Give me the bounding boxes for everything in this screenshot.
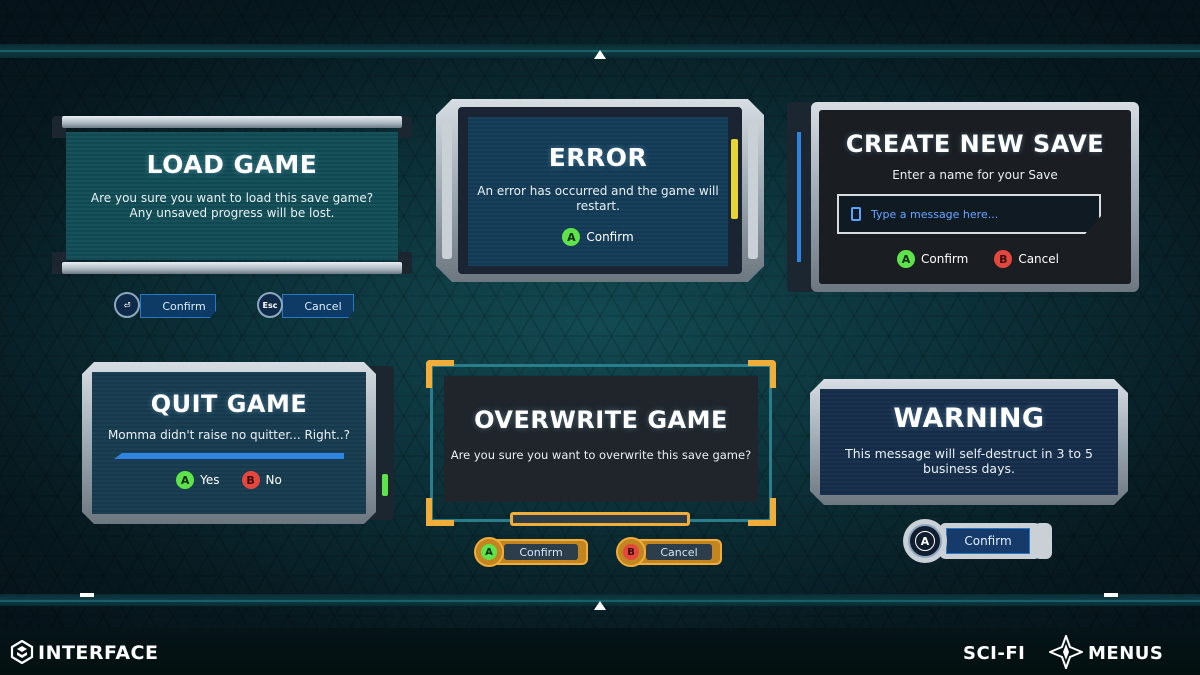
b-button-icon: B — [994, 250, 1013, 268]
create-save-cancel-label: Cancel — [1018, 252, 1059, 266]
load-game-screen: LOAD GAME Are you sure you want to load … — [66, 132, 398, 260]
load-game-message-line1: Are you sure you want to load this save … — [90, 191, 374, 205]
overwrite-confirm-button[interactable]: A Confirm — [474, 537, 588, 567]
quit-game-yes-prompt[interactable]: A Yes — [176, 471, 220, 489]
a-button-glyph: A — [481, 544, 497, 560]
menus-brand-text: MENUS — [1088, 643, 1164, 664]
create-save-subtitle: Enter a name for your Save — [892, 168, 1058, 182]
error-title: ERROR — [548, 143, 648, 172]
overwrite-cancel-button[interactable]: B Cancel — [616, 537, 722, 567]
error-screen: ERROR An error has occurred and the game… — [468, 117, 728, 266]
quit-game-yes-label: Yes — [200, 473, 220, 487]
quit-game-no-prompt[interactable]: B No — [241, 471, 282, 489]
load-game-top-rail — [62, 116, 402, 128]
overwrite-corner-bl — [426, 498, 454, 526]
interface-brand-text: INTERFACE — [38, 642, 159, 664]
save-name-input[interactable] — [871, 207, 1071, 221]
create-save-confirm-prompt[interactable]: A Confirm — [897, 250, 968, 268]
error-dialog: ERROR An error has occurred and the game… — [436, 99, 764, 282]
quit-game-progress-bar — [114, 453, 344, 459]
bottom-right-marker — [1104, 593, 1118, 597]
scifi-brand-text: SCI-FI — [963, 643, 1026, 664]
error-message-line2: restart. — [576, 199, 620, 213]
load-game-confirm-button[interactable]: Confirm — [140, 294, 216, 318]
error-confirm-label: Confirm — [586, 230, 634, 244]
a-button-icon: A — [474, 537, 504, 567]
load-game-cancel-button[interactable]: Cancel — [282, 294, 354, 318]
overwrite-screen: OVERWRITE GAME Are you sure you want to … — [444, 376, 758, 502]
esc-key-icon[interactable]: Esc — [257, 292, 283, 318]
top-arrow-icon — [594, 50, 606, 59]
bottom-arrow-icon — [594, 601, 606, 610]
save-name-input-box[interactable] — [837, 194, 1101, 234]
error-confirm-prompt[interactable]: A Confirm — [562, 228, 634, 246]
warning-button-end-cap — [1034, 523, 1052, 559]
overwrite-bottom-bar — [510, 512, 690, 526]
create-save-title: CREATE NEW SAVE — [845, 130, 1105, 158]
b-button-icon: B — [616, 537, 646, 567]
create-save-cancel-prompt[interactable]: B Cancel — [994, 250, 1059, 268]
load-game-dialog: LOAD GAME Are you sure you want to load … — [52, 112, 412, 278]
warning-confirm-label: Confirm — [946, 528, 1030, 554]
quit-game-dialog: QUIT GAME Momma didn't raise no quitter.… — [82, 362, 394, 524]
clipboard-icon — [851, 207, 861, 221]
bottom-left-marker — [80, 593, 94, 597]
error-yellow-indicator — [731, 139, 738, 219]
quit-game-title: QUIT GAME — [150, 390, 308, 418]
warning-message-line1: This message will self-destruct in 3 to … — [845, 446, 1093, 461]
warning-message-line2: business days. — [923, 461, 1015, 476]
create-save-confirm-label: Confirm — [921, 252, 969, 266]
a-button-icon: A — [176, 471, 195, 489]
warning-confirm-button[interactable]: Confirm — [940, 523, 1040, 559]
load-game-title: LOAD GAME — [146, 150, 318, 179]
warning-screen: WARNING This message will self-destruct … — [820, 389, 1118, 495]
load-game-message-line2: Any unsaved progress will be lost. — [129, 206, 335, 220]
error-right-rail — [748, 119, 758, 259]
interface-logo-icon — [10, 639, 34, 665]
warning-button-hub: A — [903, 519, 947, 563]
quit-game-no-label: No — [265, 473, 282, 487]
esc-key-glyph: Esc — [262, 300, 278, 310]
error-left-rail — [442, 119, 452, 259]
overwrite-game-dialog: OVERWRITE GAME Are you sure you want to … — [426, 360, 776, 526]
quit-game-screen: QUIT GAME Momma didn't raise no quitter.… — [92, 372, 366, 514]
overwrite-message: Are you sure you want to overwrite this … — [450, 448, 752, 462]
warning-dialog: WARNING This message will self-destruct … — [810, 379, 1128, 505]
a-button-glyph: A — [915, 531, 935, 551]
error-message-line1: An error has occurred and the game will — [477, 184, 719, 198]
quit-game-message: Momma didn't raise no quitter... Right..… — [107, 428, 351, 442]
b-button-icon: B — [241, 471, 260, 489]
overwrite-cancel-label: Cancel — [646, 544, 712, 560]
warning-title: WARNING — [893, 403, 1045, 434]
load-game-cancel-label: Cancel — [304, 299, 342, 313]
enter-key-glyph: ⏎ — [123, 300, 131, 310]
overwrite-corner-br — [748, 498, 776, 526]
star-emblem-icon — [1047, 633, 1085, 671]
b-button-glyph: B — [623, 544, 639, 560]
create-save-blue-strip — [797, 132, 801, 262]
a-button-icon: A — [562, 228, 581, 246]
overwrite-confirm-label: Confirm — [504, 544, 578, 560]
create-save-dialog: CREATE NEW SAVE Enter a name for your Sa… — [787, 102, 1139, 292]
a-button-icon: A — [897, 250, 916, 268]
a-button-icon: A — [908, 524, 942, 558]
enter-key-icon[interactable]: ⏎ — [114, 292, 140, 318]
load-game-bottom-rail — [62, 262, 402, 274]
quit-game-prompts: A Yes B No — [176, 471, 282, 489]
quit-game-green-indicator — [382, 474, 388, 496]
overwrite-title: OVERWRITE GAME — [474, 406, 728, 434]
load-game-confirm-label: Confirm — [162, 299, 206, 313]
create-save-prompts: A Confirm B Cancel — [787, 250, 1139, 268]
